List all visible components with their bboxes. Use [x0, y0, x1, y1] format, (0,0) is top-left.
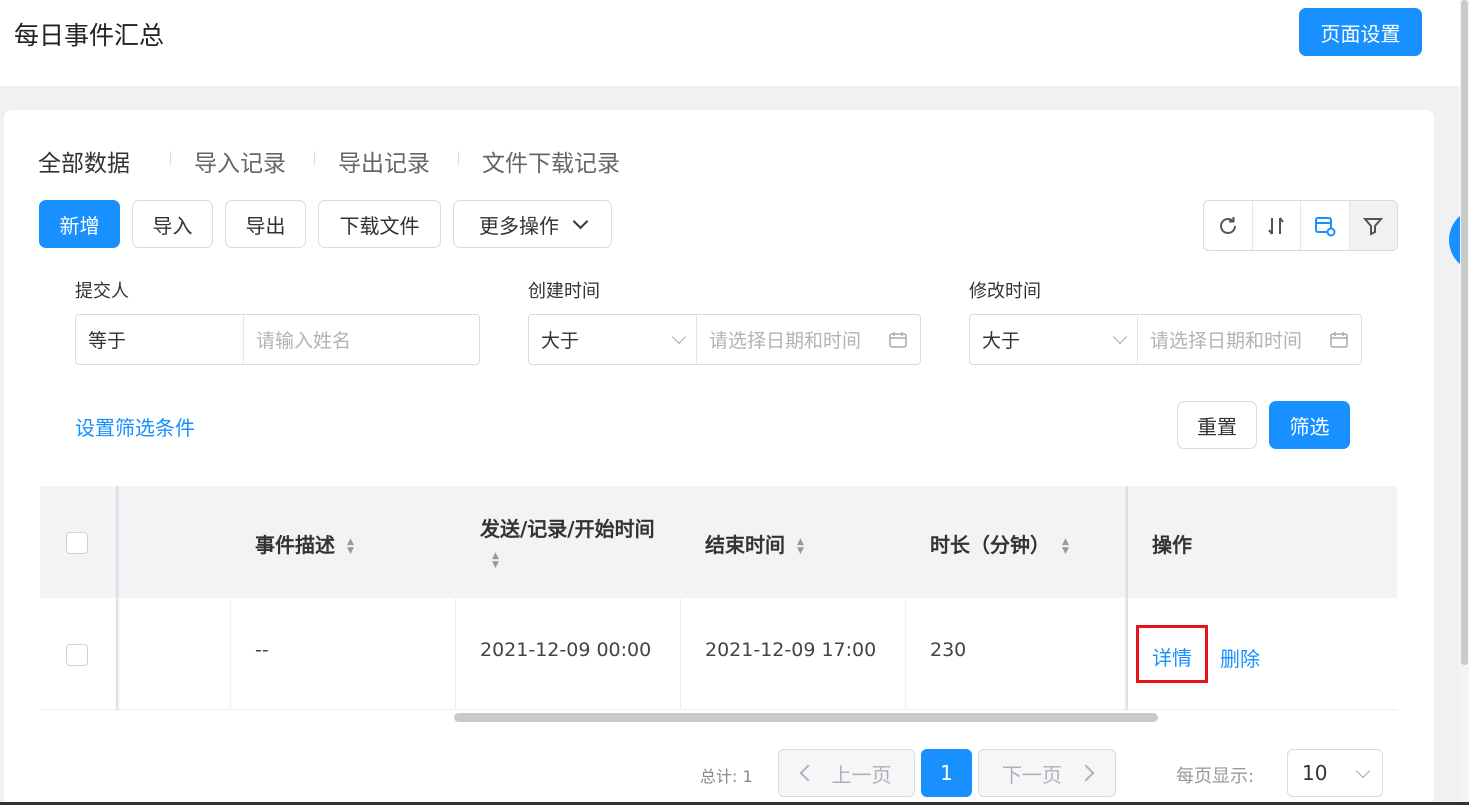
filter-label-modified-time: 修改时间 — [969, 281, 1041, 302]
select-all-checkbox[interactable] — [66, 532, 88, 554]
operator-value: 大于 — [541, 330, 580, 352]
filter-operator-select[interactable]: 大于 — [970, 315, 1138, 364]
per-page-label: 每页显示: — [1176, 766, 1255, 787]
column-divider — [230, 598, 231, 710]
refresh-icon[interactable] — [1204, 201, 1253, 250]
cell-end-time: 2021-12-09 17:00 — [705, 639, 877, 661]
submitter-name-input[interactable]: 请输入姓名 — [244, 315, 479, 364]
date-placeholder: 请选择日期和时间 — [1150, 330, 1303, 352]
tab-separator — [170, 151, 171, 165]
filter-modified-time: 大于 请选择日期和时间 — [969, 314, 1362, 365]
column-divider — [680, 598, 681, 710]
vertical-scrollbar[interactable] — [1461, 0, 1468, 665]
prev-page-button[interactable]: 上一页 — [778, 749, 915, 797]
chevron-down-icon — [1355, 763, 1371, 778]
column-header-actions: 操作 — [1152, 533, 1192, 557]
prev-page-label: 上一页 — [831, 762, 892, 787]
reset-button[interactable]: 重置 — [1177, 401, 1257, 449]
import-button[interactable]: 导入 — [132, 200, 213, 248]
column-header-description[interactable]: 事件描述 ▲ ▼ — [255, 529, 354, 558]
tab-separator — [314, 151, 315, 165]
column-header-end-time[interactable]: 结束时间 ▲ ▼ — [705, 529, 804, 558]
cell-duration: 230 — [930, 639, 967, 661]
sort-icon[interactable]: ▲ ▼ — [347, 537, 354, 556]
tab-separator — [458, 151, 459, 165]
fixed-column-shadow — [1124, 486, 1128, 710]
submitter-name-placeholder: 请输入姓名 — [256, 330, 352, 352]
cell-description: -- — [255, 639, 269, 661]
set-filter-conditions-link[interactable]: 设置筛选条件 — [75, 412, 195, 441]
column-label: 结束时间 — [705, 533, 785, 557]
created-time-picker[interactable]: 请选择日期和时间 — [697, 315, 920, 364]
download-file-button[interactable]: 下载文件 — [318, 200, 441, 248]
next-page-label: 下一页 — [1002, 762, 1062, 787]
table-tools — [1203, 200, 1398, 251]
column-divider — [905, 598, 906, 710]
filter-operator-select[interactable]: 大于 — [529, 315, 697, 364]
column-header-duration[interactable]: 时长（分钟） ▲ ▼ — [930, 529, 1069, 558]
tab-import-records[interactable]: 导入记录 — [194, 144, 286, 178]
filter-label-submitter: 提交人 — [75, 281, 129, 302]
column-label: 事件描述 — [255, 533, 335, 557]
calendar-icon — [1330, 331, 1348, 348]
date-placeholder: 请选择日期和时间 — [709, 330, 862, 352]
cell-start-time: 2021-12-09 00:00 — [480, 639, 652, 661]
calendar-icon — [889, 331, 907, 348]
sort-icon[interactable]: ▲ ▼ — [1062, 537, 1069, 556]
column-settings-icon[interactable] — [1301, 201, 1350, 250]
page-settings-button[interactable]: 页面设置 — [1299, 8, 1422, 56]
add-button[interactable]: 新增 — [39, 200, 120, 248]
fixed-column-shadow — [116, 486, 120, 710]
filter-button[interactable]: 筛选 — [1269, 401, 1350, 449]
export-button[interactable]: 导出 — [225, 200, 306, 248]
chevron-down-icon — [671, 329, 687, 345]
modified-time-picker[interactable]: 请选择日期和时间 — [1138, 315, 1361, 364]
next-page-button[interactable]: 下一页 — [978, 749, 1116, 797]
filter-label-created-time: 创建时间 — [528, 281, 600, 302]
column-label: 发送/记录/开始时间 — [480, 517, 655, 541]
page-size-select[interactable]: 10 — [1287, 749, 1383, 797]
more-actions-button[interactable]: 更多操作 — [453, 200, 612, 248]
filter-created-time: 大于 请选择日期和时间 — [528, 314, 921, 365]
page-size-value: 10 — [1302, 761, 1328, 785]
column-divider — [455, 598, 456, 710]
filter-operator-select[interactable]: 等于 — [76, 315, 244, 364]
sort-icon[interactable]: ▲ ▼ — [492, 551, 499, 570]
chevron-down-icon — [572, 213, 589, 229]
chevron-right-icon — [1077, 764, 1095, 782]
tab-export-records[interactable]: 导出记录 — [338, 144, 430, 178]
row-checkbox[interactable] — [66, 644, 88, 666]
filter-icon[interactable] — [1349, 201, 1397, 250]
tab-all-data[interactable]: 全部数据 — [38, 144, 130, 178]
sort-icon[interactable] — [1253, 201, 1301, 250]
chevron-left-icon — [799, 764, 816, 782]
page-header — [0, 0, 1460, 86]
sort-icon[interactable]: ▲ ▼ — [797, 537, 804, 556]
page-title: 每日事件汇总 — [14, 21, 165, 50]
total-count: 总计: 1 — [700, 767, 753, 786]
more-actions-label: 更多操作 — [479, 213, 559, 238]
chevron-down-icon — [1112, 329, 1128, 345]
horizontal-scrollbar[interactable] — [454, 713, 1158, 722]
page-number-current[interactable]: 1 — [921, 749, 972, 797]
operator-value: 大于 — [982, 330, 1021, 352]
column-label: 时长（分钟） — [930, 533, 1050, 557]
filter-submitter: 等于 请输入姓名 — [75, 314, 480, 365]
delete-link[interactable]: 删除 — [1220, 643, 1260, 672]
column-header-start-time[interactable]: 发送/记录/开始时间 ▲ ▼ — [480, 514, 660, 574]
highlight-box — [1136, 625, 1208, 683]
tab-download-records[interactable]: 文件下载记录 — [482, 144, 620, 178]
